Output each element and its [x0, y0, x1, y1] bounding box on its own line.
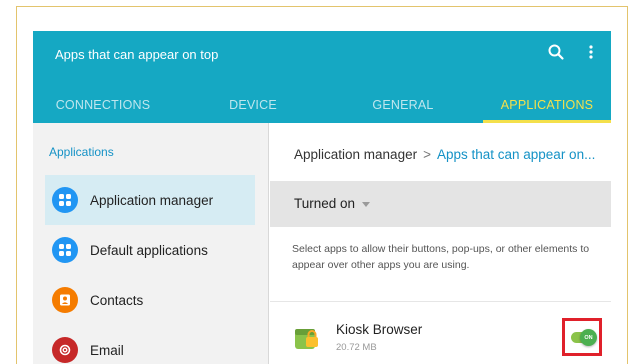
app-size: 20.72 MB: [336, 342, 377, 353]
contacts-icon: [52, 287, 78, 313]
tab-device[interactable]: DEVICE: [193, 87, 313, 123]
more-options-icon[interactable]: [585, 43, 597, 61]
sidebar-item-contacts[interactable]: Contacts: [45, 275, 255, 325]
tab-applications[interactable]: APPLICATIONS: [483, 87, 611, 123]
email-icon: [52, 337, 78, 363]
filter-label: Turned on: [294, 196, 356, 211]
tab-general[interactable]: GENERAL: [333, 87, 473, 123]
filter-dropdown[interactable]: Turned on: [270, 181, 611, 227]
settings-tabs: CONNECTIONS DEVICE GENERAL APPLICATIONS: [33, 87, 611, 123]
description-text: Select apps to allow their buttons, pop-…: [292, 243, 590, 271]
grid-icon: [52, 237, 78, 263]
main-panel: Application manager > Apps that can appear…: [270, 123, 611, 364]
tab-connections[interactable]: CONNECTIONS: [33, 87, 173, 123]
sidebar-item-application-manager[interactable]: Application manager: [45, 175, 255, 225]
sidebar-item-label: Application manager: [90, 192, 214, 208]
highlight-box: ON: [562, 318, 602, 356]
permission-toggle[interactable]: ON: [571, 329, 597, 346]
sidebar-item-label: Contacts: [90, 292, 144, 308]
breadcrumb-separator: >: [423, 147, 431, 162]
toggle-knob: ON: [580, 329, 597, 346]
kiosk-browser-icon: [295, 329, 318, 349]
breadcrumb-current: Apps that can appear on...: [436, 147, 596, 162]
sidebar-item-default-applications[interactable]: Default applications: [45, 225, 255, 275]
page-title: Apps that can appear on top: [55, 47, 219, 62]
app-bar: Apps that can appear on top CONNECTIONS …: [33, 31, 611, 123]
chevron-down-icon: [362, 202, 370, 207]
sidebar-heading: Applications: [49, 145, 114, 159]
list-item[interactable]: Kiosk Browser 20.72 MB ON: [270, 301, 611, 364]
breadcrumb: Application manager > Apps that can appear…: [294, 147, 595, 162]
toggle-state: ON: [584, 334, 593, 341]
breadcrumb-parent[interactable]: Application manager: [294, 147, 417, 162]
sidebar-item-label: Default applications: [90, 242, 208, 258]
search-icon[interactable]: [547, 43, 565, 61]
settings-screen: Apps that can appear on top CONNECTIONS …: [33, 31, 611, 364]
sidebar: Applications Application manager Default…: [33, 123, 269, 364]
sidebar-item-email[interactable]: Email: [45, 325, 255, 364]
grid-icon: [52, 187, 78, 213]
app-name: Kiosk Browser: [336, 322, 423, 337]
screenshot-frame: Apps that can appear on top CONNECTIONS …: [16, 6, 628, 364]
sidebar-item-label: Email: [90, 342, 124, 358]
